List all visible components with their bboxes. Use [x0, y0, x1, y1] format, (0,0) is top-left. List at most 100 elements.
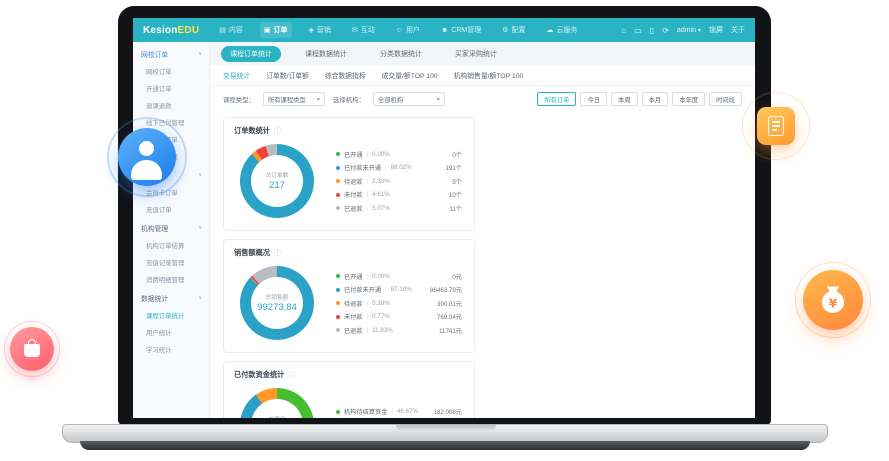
orders-icon: ▣ [264, 26, 271, 34]
sidebar-item-consumption-details[interactable]: 消费明细管理 [133, 271, 209, 288]
group-label: 机构管理 [141, 223, 168, 233]
nav-item-marketing[interactable]: ◈营销 [305, 22, 335, 38]
legend-pct: 0.00% [372, 151, 390, 158]
order-count-donut: 总订单数217 [240, 144, 314, 218]
legend-label: 机构待结算资金 [344, 407, 387, 416]
legend-dot [336, 274, 340, 278]
tab-category-data-stats[interactable]: 分类数据统计 [371, 46, 431, 62]
nav-item-cloud[interactable]: ☁云服务 [543, 22, 582, 38]
sidebar-item-recharge-records[interactable]: 充值记录管理 [133, 254, 209, 271]
moneybag-icon: ¥ [803, 270, 863, 330]
org-select[interactable]: 全部机构 [373, 92, 445, 106]
nav-item-label: CRM管理 [451, 25, 481, 35]
sidebar-item-open-orders[interactable]: 开通订单 [133, 80, 209, 97]
divider [385, 164, 387, 171]
chevron-down-icon: ∨ [198, 295, 202, 301]
legend-pct: 88.02% [391, 164, 412, 171]
floating-shopping-bag-badge [4, 321, 60, 377]
info-icon[interactable]: ⓘ [274, 128, 281, 135]
nav-item-settings[interactable]: ⚙ 配置 [498, 22, 529, 38]
course-type-select[interactable]: 所有课程类型 [263, 92, 325, 106]
sidebar-item-school-orders[interactable]: 网校订单 [133, 63, 209, 80]
info-icon[interactable]: ⓘ [274, 250, 281, 257]
about-link[interactable]: 关于 [731, 25, 745, 35]
nav-item-interaction[interactable]: ✉互动 [348, 22, 379, 38]
all-orders-button[interactable]: 所有订单 [537, 92, 576, 106]
crm-icon: ☻ [441, 27, 448, 34]
legend-dot [336, 288, 340, 292]
legend-dot [336, 328, 340, 332]
time-period-button[interactable]: 时间段 [709, 92, 742, 106]
this-month-button[interactable]: 本月 [642, 92, 669, 106]
gear-icon: ⚙ [502, 26, 508, 34]
legend-label: 待退款 [344, 177, 363, 186]
subtab-org-sales-top100[interactable]: 机构销售量/额TOP 100 [454, 70, 524, 80]
donut-center-value: 217 [269, 180, 285, 191]
sidebar-group-school-orders[interactable]: 网校订单∨ [133, 44, 209, 63]
floating-moneybag-badge: ¥ [795, 262, 871, 338]
nav-item-label: 互动 [361, 25, 375, 35]
legend-label: 已付款未开通 [344, 285, 381, 294]
sidebar-group-org-management[interactable]: 机构管理∨ [133, 218, 209, 237]
subtab-volume-top100[interactable]: 成交量/额TOP 100 [382, 70, 438, 80]
tab-buyer-purchase-stats[interactable]: 买家采购统计 [446, 46, 506, 62]
legend-label: 未付款 [344, 190, 363, 199]
donut-center-value: 99273.84 [257, 302, 297, 313]
subtab-transaction-stats[interactable]: 交易统计 [223, 70, 250, 80]
group-label: 数据统计 [141, 293, 168, 303]
user-dropdown[interactable]: admin [677, 27, 701, 34]
divider [391, 408, 393, 415]
nav-item-users[interactable]: ☺用户 [392, 22, 424, 38]
legend-label: 已开通 [344, 150, 363, 159]
laptop-notch [396, 425, 496, 432]
today-button[interactable]: 今日 [580, 92, 607, 106]
subtab-composite-metrics[interactable]: 综合数据指标 [325, 70, 366, 80]
this-year-button[interactable]: 本年度 [672, 92, 705, 106]
legend-value: 300.01元 [437, 299, 462, 308]
divider [367, 273, 369, 280]
info-icon[interactable]: ⓘ [288, 372, 295, 379]
sidebar-item-course-order-stats[interactable]: 课程订单统计 [133, 307, 209, 324]
legend-value: 11个 [449, 204, 462, 213]
nav-item-crm[interactable]: ☻CRM管理 [437, 22, 485, 38]
sidebar-group-data-stats[interactable]: 数据统计 ∨ [133, 288, 209, 307]
legend-pct: 11.83% [372, 327, 393, 334]
nav-item-label: 营销 [317, 25, 331, 35]
legend-pct: 0.00% [372, 273, 390, 280]
this-week-button[interactable]: 本周 [611, 92, 638, 106]
legend-value: 182.008元 [433, 407, 462, 416]
legend-label: 已退款 [344, 204, 363, 213]
divider [367, 327, 369, 334]
legend-row: 机构待结算资金46.67%182.008元 [336, 407, 462, 416]
legend-pct: 87.10% [391, 286, 412, 293]
legend-dot [336, 301, 340, 305]
sidebar-item-refunds[interactable]: 退课退款 [133, 97, 209, 114]
sidebar-item-user-stats[interactable]: 用户统计 [133, 324, 209, 341]
logo-part-2: EDU [178, 25, 200, 36]
nav-item-orders[interactable]: ▣订单 [260, 22, 292, 38]
course-type-label: 课程类型： [223, 95, 255, 104]
cloud-icon: ☁ [547, 26, 554, 34]
tab-course-order-stats[interactable]: 课程订单统计 [221, 46, 281, 62]
home-icon[interactable]: ⌂ [621, 26, 626, 35]
divider [367, 300, 369, 307]
subtab-order-count-amount[interactable]: 订单数/订单额 [266, 70, 309, 80]
sidebar-item-org-settlement[interactable]: 机构订单结算 [133, 237, 209, 254]
nav-item-content[interactable]: ▤内容 [215, 22, 247, 38]
sidebar-item-learning-stats[interactable]: 学习统计 [133, 341, 209, 358]
legend-dot [336, 152, 340, 156]
divider [367, 178, 369, 185]
mobile-icon[interactable]: ▯ [650, 26, 654, 35]
card-title: 已付款资金统计 [234, 370, 284, 380]
legend-value: 11741元 [439, 326, 462, 335]
lock-screen-link[interactable]: 锁屏 [709, 25, 723, 35]
sidebar-item-recharge-orders[interactable]: 充值订单 [133, 201, 209, 218]
divider [367, 191, 369, 198]
paid-funds-donut: 总资金390.01 [240, 388, 314, 418]
nav-item-label: 配置 [512, 25, 526, 35]
card-title: 销售额概况 [234, 248, 270, 258]
refresh-icon[interactable]: ⟳ [662, 26, 669, 35]
desktop-icon[interactable]: ▭ [634, 26, 642, 35]
tab-course-data-stats[interactable]: 课程数据统计 [296, 46, 356, 62]
legend-row: 未付款0.77%769.04元 [336, 312, 462, 321]
